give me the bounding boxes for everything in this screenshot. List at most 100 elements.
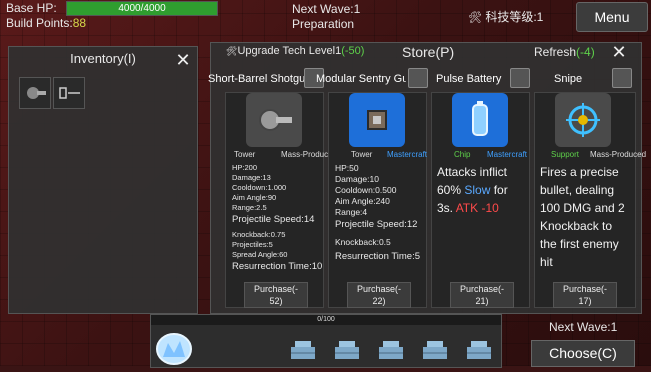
stat-line: Projectiles:5 <box>232 240 273 249</box>
card-production: Mass-Produced <box>590 150 647 159</box>
card-type: Tower <box>351 150 373 159</box>
phase-label: Preparation <box>292 17 355 31</box>
stat-line: Resurrection Time:10 <box>232 261 323 272</box>
tech-level-label: 科技等级:1 <box>485 10 544 24</box>
desc-line: the first enemy <box>540 237 619 251</box>
purchase-cost: 52) <box>269 296 283 306</box>
build-bar: 0/100 <box>150 314 502 368</box>
store-card[interactable]: Support Mass-Produced Fires a precise bu… <box>534 92 646 308</box>
purchase-button[interactable]: Purchase(- 17) <box>553 282 617 308</box>
build-points-value: 88 <box>72 16 87 30</box>
upgrade-tech-label: Upgrade Tech Level1 <box>237 45 342 57</box>
store-card[interactable]: Tower Mass-Produced HP:200 Damage:13 Coo… <box>225 92 337 308</box>
card-title: Snipe <box>554 73 583 85</box>
card-description: Fires a precise bullet, dealing 100 DMG … <box>540 163 625 271</box>
card-type: Chip <box>454 150 471 159</box>
wall-block-icon[interactable] <box>461 329 497 365</box>
wall-block-icon[interactable] <box>417 329 453 365</box>
inventory-close-button[interactable]: ✕ <box>174 51 192 69</box>
desc-line: Fires a precise <box>540 165 619 179</box>
base-hp-label: Base HP: <box>6 1 57 15</box>
card-stats: HP:50 Damage:10 Cooldown:0.500 Aim Angle… <box>335 163 420 263</box>
card-type: Tower <box>234 150 256 159</box>
lock-icon[interactable] <box>408 68 428 88</box>
store-card[interactable]: Chip Mastercraft Attacks inflict 60% Slo… <box>431 92 530 308</box>
card-production: Mastercraft <box>387 150 428 159</box>
stat-line: Knockback:0.5 <box>335 237 391 247</box>
stat-line: Range:4 <box>335 207 368 217</box>
card-description: Attacks inflict 60% Slow for 3s. ATK -10 <box>437 163 508 217</box>
refresh-button[interactable]: Refresh(-4) <box>534 45 595 59</box>
lock-icon[interactable] <box>510 68 530 88</box>
desc-line: Knockback to <box>540 219 613 233</box>
next-wave-top: Next Wave:1 <box>292 2 361 16</box>
inventory-item-slot[interactable] <box>19 77 51 109</box>
next-wave-bottom: Next Wave:1 <box>549 320 618 334</box>
wave-progress-bar: 0/100 <box>151 315 501 325</box>
purchase-label: Purchase(- <box>356 284 401 294</box>
sentry-gun-icon <box>349 93 405 147</box>
refresh-cost: (-4) <box>576 45 595 59</box>
purchase-label: Purchase(- <box>562 284 607 294</box>
base-crystal-icon[interactable] <box>153 327 195 367</box>
inventory-title: Inventory(I) <box>70 51 136 66</box>
stat-line: Cooldown:0.500 <box>335 185 397 195</box>
inventory-panel: Inventory(I) ✕ <box>8 46 198 314</box>
stat-line: Cooldown:1.000 <box>232 183 287 192</box>
inventory-item-slot[interactable] <box>53 77 85 109</box>
stat-line: Damage:13 <box>232 173 271 182</box>
purchase-label: Purchase(- <box>459 284 504 294</box>
atk-penalty: ATK -10 <box>455 201 499 215</box>
shotgun-tower-icon <box>246 93 302 147</box>
cable-item-icon <box>59 87 80 99</box>
stat-line: Knockback:0.75 <box>232 230 286 239</box>
purchase-button[interactable]: Purchase(- 52) <box>244 282 308 308</box>
upgrade-wrench-icon: 🛠 <box>226 46 238 56</box>
choose-button[interactable]: Choose(C) <box>531 340 635 367</box>
wall-block-icon[interactable] <box>373 329 409 365</box>
refresh-label: Refresh <box>534 45 577 59</box>
stat-line: Projectile Speed:14 <box>232 214 315 225</box>
build-points-label: Build Points: <box>6 16 73 30</box>
wall-block-icon[interactable] <box>285 329 321 365</box>
purchase-cost: 17) <box>578 296 592 306</box>
purchase-cost: 21) <box>475 296 489 306</box>
stat-line: HP:50 <box>335 163 359 173</box>
base-hp-value: 4000/4000 <box>118 3 166 14</box>
desc-line: bullet, dealing <box>540 183 615 197</box>
menu-button[interactable]: Menu <box>576 2 648 32</box>
tech-wrench-icon: 🛠 <box>468 12 482 24</box>
stat-line: Projectile Speed:12 <box>335 219 418 230</box>
store-card[interactable]: Tower Mastercraft HP:50 Damage:10 Cooldo… <box>328 92 427 308</box>
stat-line: Range:2.5 <box>232 203 267 212</box>
stat-line: Damage:10 <box>335 174 379 184</box>
purchase-label: Purchase(- <box>253 284 298 294</box>
desc-line: Attacks inflict <box>437 165 508 179</box>
purchase-button[interactable]: Purchase(- 22) <box>347 282 411 308</box>
desc-line: 100 DMG and 2 <box>540 201 625 215</box>
desc-text: for <box>490 183 508 197</box>
stat-line: HP:200 <box>232 163 258 172</box>
build-points: Build Points:88 <box>6 16 86 30</box>
stat-line: Aim Angle:240 <box>335 196 390 206</box>
upgrade-tech-button[interactable]: 🛠Upgrade Tech Level1(-50) <box>226 45 364 57</box>
stat-line: Aim Angle:90 <box>232 193 277 202</box>
purchase-cost: 22) <box>372 296 386 306</box>
base-hp-bar: 4000/4000 <box>66 1 218 16</box>
desc-line: 60% Slow for <box>437 181 508 199</box>
pulse-battery-icon <box>452 93 508 147</box>
upgrade-tech-cost: (-50) <box>341 45 365 57</box>
desc-text: 3s. <box>437 201 456 215</box>
card-title: Pulse Battery <box>436 73 502 85</box>
store-close-button[interactable]: ✕ <box>610 43 628 61</box>
purchase-button[interactable]: Purchase(- 21) <box>450 282 514 308</box>
card-production: Mastercraft <box>487 150 528 159</box>
snipe-target-icon <box>555 93 611 147</box>
card-type: Support <box>551 150 580 159</box>
slow-keyword: Slow <box>464 183 491 197</box>
wall-block-icon[interactable] <box>329 329 365 365</box>
lock-icon[interactable] <box>612 68 632 88</box>
stat-line: Resurrection Time:5 <box>335 251 421 262</box>
desc-line: hit <box>540 255 553 269</box>
desc-line: 3s. ATK -10 <box>437 199 508 217</box>
